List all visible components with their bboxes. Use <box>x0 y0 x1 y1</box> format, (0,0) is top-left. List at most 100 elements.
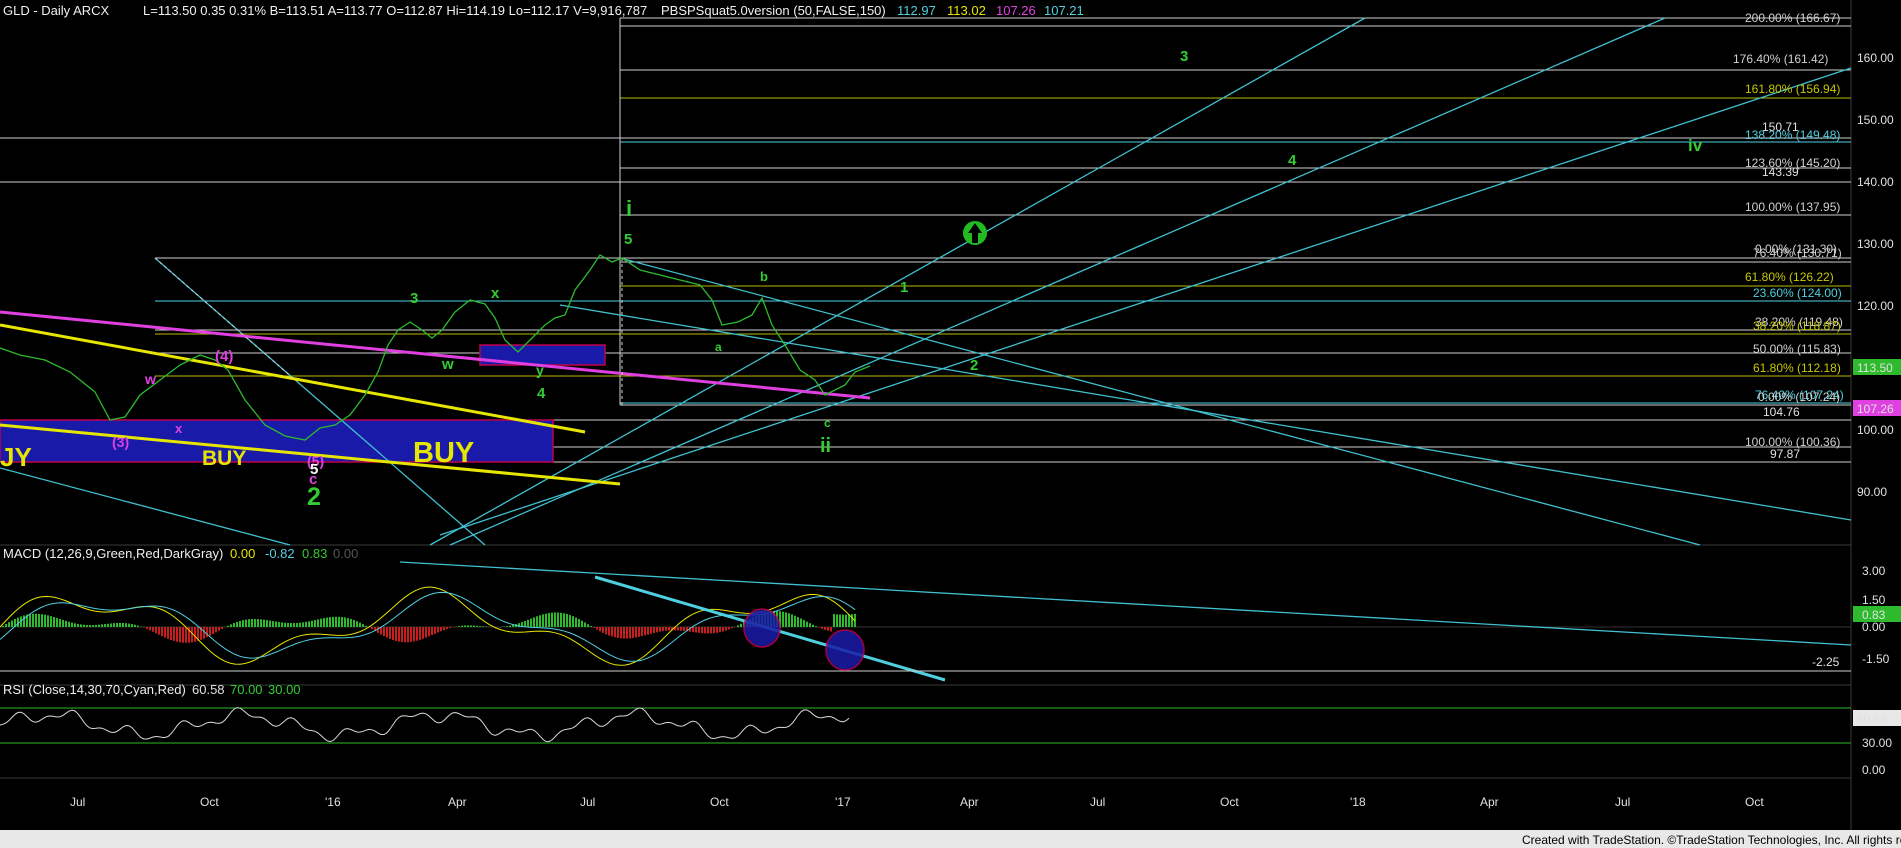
macd-bar <box>662 627 664 632</box>
macd-bar <box>71 622 73 627</box>
macd-bar <box>551 612 553 627</box>
macd-value: 0.00 <box>230 546 255 561</box>
macd-bar <box>44 614 46 627</box>
macd-bar <box>371 627 373 630</box>
macd-bar <box>65 620 67 627</box>
time-label: '18 <box>1350 795 1366 809</box>
macd-bar <box>449 627 451 629</box>
macd-bar <box>389 627 391 639</box>
macd-bar <box>800 618 802 627</box>
wave-label: 3 <box>1180 48 1188 65</box>
macd-bar <box>848 614 850 627</box>
macd-bar <box>431 627 433 636</box>
macd-bar <box>323 618 325 627</box>
macd-tick: 1.50 <box>1862 593 1886 607</box>
macd-bar <box>32 613 34 627</box>
price-tick: 120.00 <box>1857 299 1894 313</box>
macd-bar <box>17 617 19 627</box>
macd-bar <box>218 627 220 631</box>
macd-bar <box>212 627 214 635</box>
buy-label-left: JY <box>0 442 32 472</box>
macd-bar <box>47 615 49 627</box>
macd-bar <box>797 617 799 627</box>
macd-bar <box>845 614 847 627</box>
macd-bar <box>344 617 346 627</box>
macd-circle-1 <box>743 608 781 648</box>
fib-label: 61.80% (112.18) <box>1753 361 1841 375</box>
macd-bar <box>113 623 115 627</box>
macd-bar <box>446 627 448 630</box>
wave-label: 2 <box>307 483 321 511</box>
macd-bar <box>470 625 472 627</box>
macd-bar <box>401 627 403 643</box>
macd-bar <box>122 623 124 627</box>
wave-label: b <box>760 269 768 284</box>
macd-bar <box>464 625 466 627</box>
macd-bar <box>668 627 670 631</box>
macd-bar <box>677 627 679 631</box>
macd-bar <box>683 627 685 631</box>
macd-bar <box>782 611 784 627</box>
macd-bar <box>656 627 658 633</box>
macd-bar <box>812 624 814 627</box>
macd-bar <box>608 627 610 636</box>
macd-value: 0.83 <box>302 546 327 561</box>
macd-bar <box>80 624 82 627</box>
macd-bar <box>341 617 343 627</box>
macd-bar <box>314 620 316 627</box>
macd-bar <box>638 627 640 637</box>
macd-bar <box>707 627 709 634</box>
macd-line-label: -2.25 <box>1812 655 1840 669</box>
macd-bar <box>653 627 655 634</box>
macd-bar <box>788 613 790 627</box>
macd-bar <box>284 622 286 627</box>
macd-bar <box>809 623 811 627</box>
fib-label: 23.60% (124.00) <box>1753 286 1842 300</box>
macd-bar <box>179 627 181 643</box>
macd-bar <box>566 614 568 627</box>
wave-label: 3 <box>410 290 418 307</box>
macd-tick: 3.00 <box>1862 564 1886 578</box>
macd-bar <box>257 619 259 627</box>
macd-bar <box>716 627 718 633</box>
macd-bar <box>392 627 394 641</box>
macd-values: 0.00 -0.82 0.83 0.00 <box>230 546 358 561</box>
wave-label: 4 <box>1288 152 1297 169</box>
macd-bar <box>62 619 64 627</box>
macd-bar <box>272 621 274 627</box>
time-label: Jul <box>1615 795 1630 809</box>
macd-bar <box>332 616 334 627</box>
macd-bar <box>209 627 211 636</box>
macd-bar <box>617 627 619 638</box>
macd-bar <box>161 627 163 637</box>
wave-label: 2 <box>970 357 978 374</box>
macd-bar <box>8 622 10 627</box>
macd-bar <box>335 616 337 627</box>
macd-bar <box>791 614 793 627</box>
macd-bar <box>50 616 52 627</box>
macd-bar <box>299 622 301 627</box>
macd-bar <box>842 614 844 627</box>
macd-bar <box>53 617 55 627</box>
last-price-text: 113.50 <box>1857 361 1893 375</box>
macd-bar <box>56 617 58 627</box>
macd-bar <box>527 619 529 627</box>
macd-bar <box>830 627 832 632</box>
wave-label: w <box>441 356 454 373</box>
macd-bar <box>338 616 340 627</box>
macd-bar <box>467 625 469 627</box>
macd-bar <box>473 625 475 627</box>
macd-bar <box>563 613 565 627</box>
macd-bar <box>167 627 169 639</box>
wave-label: iv <box>1688 136 1703 155</box>
macd-bar <box>248 619 250 627</box>
macd-bar <box>59 618 61 627</box>
macd-bar <box>86 624 88 627</box>
macd-bar <box>260 619 262 627</box>
macd-bar <box>329 617 331 627</box>
macd-bar <box>425 627 427 638</box>
macd-bar <box>89 625 91 627</box>
macd-bar <box>440 627 442 632</box>
wave-label: c <box>824 416 831 430</box>
rsi-tick: 30.00 <box>1862 736 1892 750</box>
